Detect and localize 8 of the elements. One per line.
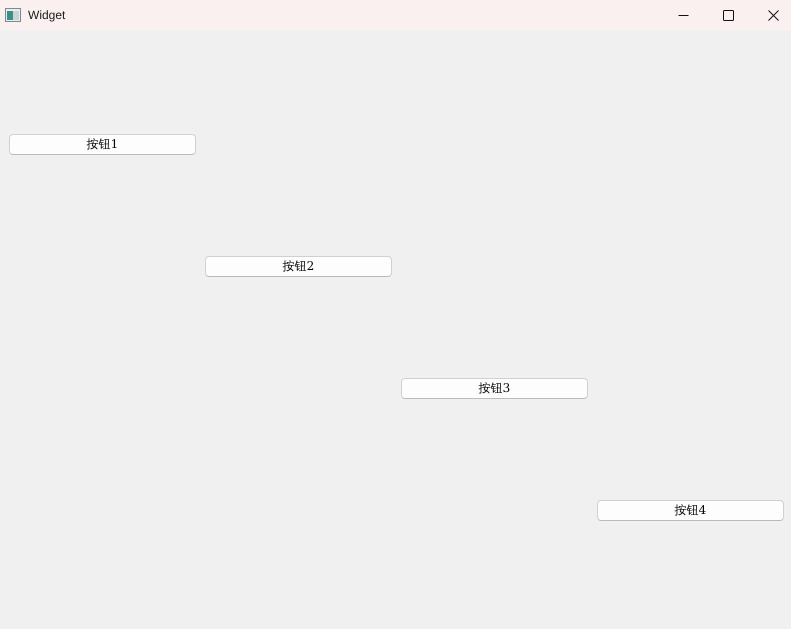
- maximize-icon: [723, 10, 734, 20]
- push-button[interactable]: 按钮1: [9, 134, 196, 154]
- push-button[interactable]: 按钮3: [401, 378, 588, 398]
- app-icon: [5, 8, 21, 22]
- push-button[interactable]: 按钮2: [205, 256, 392, 276]
- push-button[interactable]: 按钮4: [597, 500, 784, 520]
- close-icon: [768, 10, 779, 20]
- window-title: Widget: [28, 8, 66, 22]
